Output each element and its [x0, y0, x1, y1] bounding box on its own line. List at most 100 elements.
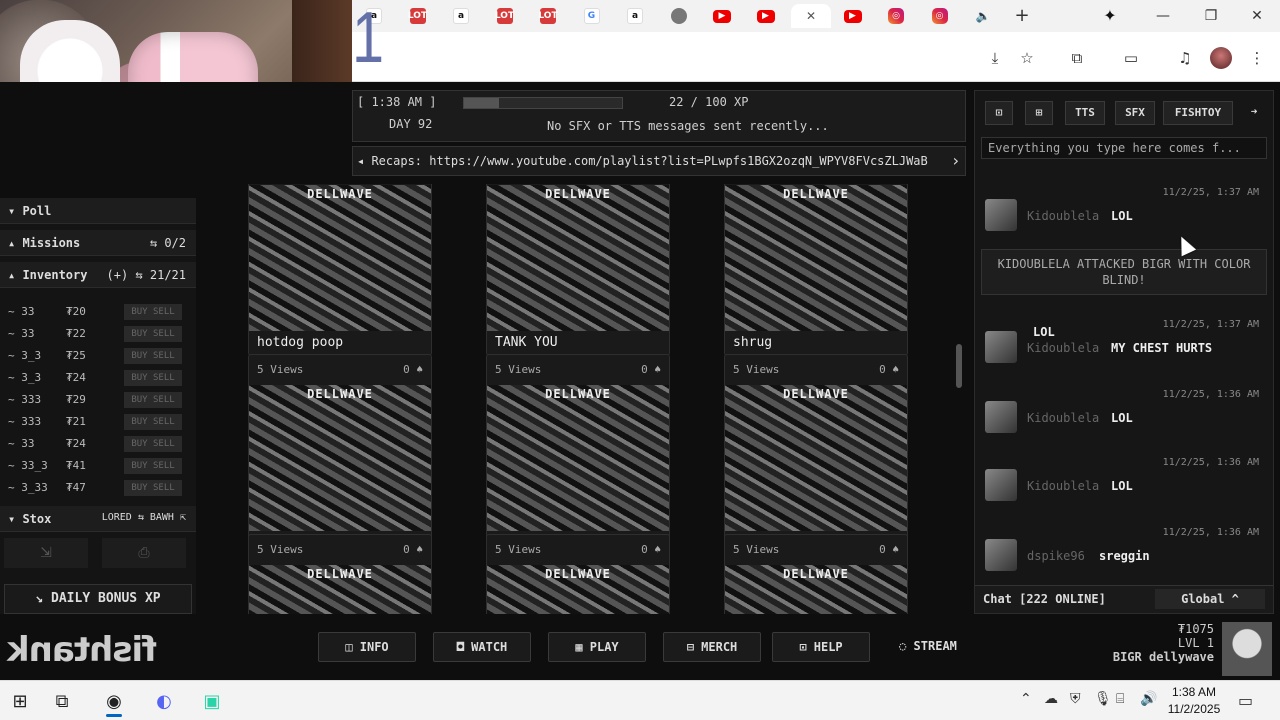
taskbar-clock[interactable]: 1:38 AM 11/2/2025	[1164, 684, 1224, 718]
clip-card[interactable]: 5 Views0 ♠DELLWAVEgoyslop	[486, 354, 670, 556]
message-username[interactable]: Kidoublela	[1027, 479, 1099, 493]
robot-icon[interactable]: ⊞	[1025, 101, 1053, 125]
browser-tab[interactable]: a	[443, 4, 479, 28]
message-username[interactable]: dspike96	[1027, 549, 1085, 563]
missions-header[interactable]: ▴ Missions ⇆ 0/2	[0, 230, 196, 256]
play-button[interactable]: ▦ PLAY	[548, 632, 646, 662]
buy-sell-button[interactable]: BUY SELL	[124, 436, 182, 452]
chevron-up-icon[interactable]: ⌃	[1020, 691, 1032, 707]
clip-thumbnail[interactable]: DELLWAVE	[487, 185, 669, 331]
print-icon[interactable]: ⎙	[102, 538, 186, 568]
browser-tab[interactable]: ◎	[878, 4, 914, 28]
cloud-icon[interactable]: ☁	[1044, 691, 1058, 707]
buy-sell-button[interactable]: BUY SELL	[124, 304, 182, 320]
browser-tab[interactable]	[661, 4, 697, 28]
mic-icon[interactable]: 🎙	[1094, 691, 1112, 707]
browser-tab[interactable]: ▶	[704, 4, 740, 28]
watch-button[interactable]: ◘ WATCH	[433, 632, 531, 662]
security-icon[interactable]: ⛨	[1070, 691, 1081, 707]
clip-thumbnail[interactable]: DELLWAVE	[487, 565, 669, 614]
buy-sell-button[interactable]: BUY SELL	[124, 326, 182, 342]
clip-thumbnail[interactable]: DELLWAVE	[249, 385, 431, 531]
clip-thumbnail[interactable]: DELLWAVE	[487, 385, 669, 531]
clip-likes[interactable]: 0 ♠	[879, 363, 899, 376]
new-tab-icon[interactable]: +	[1010, 4, 1034, 28]
clip-card[interactable]: DELLWAVE TANK YOU	[486, 184, 670, 356]
clip-likes[interactable]: 0 ♠	[641, 543, 661, 556]
message-avatar[interactable]	[985, 199, 1017, 231]
browser-tab[interactable]: ▶	[748, 4, 784, 28]
close-window-icon[interactable]: ✕	[1242, 4, 1272, 28]
profile-avatar[interactable]	[1210, 47, 1232, 69]
message-username[interactable]: Kidoublela	[1027, 411, 1099, 425]
browser-tab[interactable]: 🔈	[965, 4, 1001, 28]
info-button[interactable]: ◫ INFO	[318, 632, 416, 662]
message-username[interactable]: Kidoublela	[1027, 209, 1099, 223]
buy-sell-button[interactable]: BUY SELL	[124, 480, 182, 496]
scrollbar-thumb[interactable]	[956, 344, 962, 388]
browser-tab[interactable]: a	[617, 4, 653, 28]
sfx-button[interactable]: SFX	[1115, 101, 1155, 125]
chat-input[interactable]: Everything you type here comes f...	[981, 137, 1267, 159]
daily-bonus-button[interactable]: ↘ DAILY BONUS XP	[4, 584, 192, 614]
message-username[interactable]: Kidoublela	[1027, 341, 1099, 355]
merch-button[interactable]: ⊟ MERCH	[663, 632, 761, 662]
browser-tab[interactable]: LOT	[400, 4, 436, 28]
fishtoy-button[interactable]: FISHTOY	[1163, 101, 1233, 125]
send-icon[interactable]: ➜	[1241, 101, 1267, 125]
cast-icon[interactable]: ▭	[1120, 47, 1142, 69]
clip-card[interactable]: 5 Views0 ♠DELLWAVEhump day dogs	[724, 354, 908, 556]
clip-thumbnail[interactable]: DELLWAVE	[725, 565, 907, 614]
recap-link[interactable]: ◂ Recaps: https://www.youtube.com/playli…	[357, 154, 937, 168]
buy-sell-button[interactable]: BUY SELL	[124, 348, 182, 364]
browser-tab[interactable]: G	[574, 4, 610, 28]
clip-card[interactable]: 5 Views 0 ♠ DELLWAVE	[486, 534, 670, 614]
install-icon[interactable]: ⤓	[984, 47, 1006, 69]
close-icon[interactable]: ✕	[803, 8, 819, 24]
room-selector[interactable]: Global ^	[1155, 589, 1265, 609]
browser-tab[interactable]: ◎	[922, 4, 958, 28]
tts-button[interactable]: TTS	[1065, 101, 1105, 125]
buy-sell-button[interactable]: BUY SELL	[124, 392, 182, 408]
clip-card[interactable]: DELLWAVE shrug	[724, 184, 908, 356]
clip-likes[interactable]: 0 ♠	[879, 543, 899, 556]
notification-icon[interactable]: ▭	[1238, 691, 1253, 710]
volume-icon[interactable]: 🔊	[1140, 691, 1157, 707]
help-button[interactable]: ⊡ HELP	[772, 632, 870, 662]
app-icon[interactable]: ▣	[192, 685, 232, 717]
clip-thumbnail[interactable]: DELLWAVE	[725, 385, 907, 531]
clip-likes[interactable]: 0 ♠	[403, 543, 423, 556]
task-view-icon[interactable]: ⧉	[42, 685, 82, 717]
export-icon[interactable]: ⇲	[4, 538, 88, 568]
clip-likes[interactable]: 0 ♠	[403, 363, 423, 376]
star-icon[interactable]: ☆	[1016, 47, 1038, 69]
chevron-right-icon[interactable]: ›	[953, 151, 959, 170]
user-info[interactable]: ₮1075 LVL 1 BIGR dellywave	[1094, 622, 1214, 676]
fishtank-logo[interactable]: fishtank	[8, 630, 157, 670]
chrome-icon[interactable]: ◉	[94, 685, 134, 717]
clip-thumbnail[interactable]: DELLWAVE	[249, 565, 431, 614]
clip-likes[interactable]: 0 ♠	[641, 363, 661, 376]
poll-header[interactable]: ▾ Poll	[0, 198, 196, 224]
message-avatar[interactable]	[985, 539, 1017, 571]
network-icon[interactable]: ⌸	[1116, 691, 1124, 707]
buy-sell-button[interactable]: BUY SELL	[124, 458, 182, 474]
windows-start-icon[interactable]: ⊞	[0, 685, 40, 717]
clip-card[interactable]: 5 Views0 ♠DELLWAVEny tate	[248, 354, 432, 556]
browser-tab[interactable]: ✕	[791, 4, 831, 28]
clip-card[interactable]: DELLWAVE hotdog poop	[248, 184, 432, 356]
clip-card[interactable]: 5 Views 0 ♠ DELLWAVE	[724, 534, 908, 614]
media-icon[interactable]: ♫	[1174, 47, 1196, 69]
stox-filter[interactable]: LORED ⇆ BAWH ⇱	[102, 512, 186, 523]
restore-icon[interactable]: ❐	[1196, 4, 1226, 28]
inventory-header[interactable]: ▴ Inventory (+) ⇆ 21/21	[0, 262, 196, 288]
buy-sell-button[interactable]: BUY SELL	[124, 370, 182, 386]
extensions-icon[interactable]: ⧉	[1066, 47, 1088, 69]
gemini-icon[interactable]: ✦	[1098, 4, 1122, 28]
discord-icon[interactable]: ◐	[144, 685, 184, 717]
browser-tab[interactable]: ▶	[835, 4, 871, 28]
buy-sell-button[interactable]: BUY SELL	[124, 414, 182, 430]
menu-icon[interactable]: ⋮	[1246, 47, 1268, 69]
stream-button[interactable]: ◌ STREAM	[876, 632, 980, 662]
browser-tab[interactable]: LOT	[487, 4, 523, 28]
